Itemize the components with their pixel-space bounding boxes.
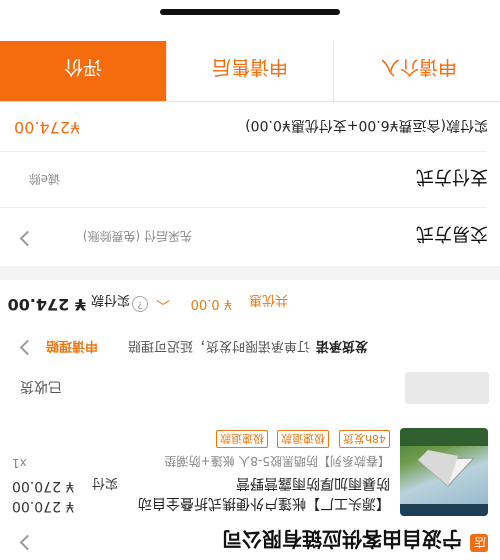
chevron-right-icon xyxy=(19,534,36,551)
product-spec: 【春款系列】防晒黑胶5-8人 帐篷+防潮垫 xyxy=(164,454,390,468)
review-label: 评价 xyxy=(63,56,102,78)
total-paid-label: 实付款 xyxy=(90,292,130,307)
store-badge-label: 店 xyxy=(473,535,486,549)
trade-method-value: 先采后付 (免费赊账) xyxy=(82,229,192,243)
tag-48h: 48h发货 xyxy=(339,430,390,448)
claim-link[interactable]: 申请理赔 xyxy=(46,338,98,357)
guarantee-label: 发货承诺 xyxy=(315,338,368,353)
trade-method-row[interactable]: 交易方式 先采后付 (免费赊账) xyxy=(0,208,500,266)
discount-value: ¥ 0.00 xyxy=(190,296,232,311)
payment-method-label: 支付方式 xyxy=(416,166,488,187)
payment-summary-row: 共优惠 ¥ 0.00 ︿ ? 实付款 ¥ 274.00 xyxy=(0,280,500,326)
tag-fast-refund-2: 极速退款 xyxy=(216,430,268,448)
guarantee-text: 订单承诺限时发货，延迟可理赔 xyxy=(127,338,310,353)
received-button[interactable] xyxy=(405,372,489,404)
paid-detail-label: 实付款(含运费¥6.00+支付优惠¥0.00) xyxy=(245,117,488,133)
paid-detail-value: ¥274.00 xyxy=(14,118,81,137)
product-subtitle[interactable]: 防暴雨加厚防雨露营野营 xyxy=(236,474,390,494)
delivery-guarantee-row[interactable]: 发货承诺 订单承诺限时发货，延迟可理赔 申请理赔 xyxy=(0,326,500,370)
tent-illustration-icon xyxy=(400,428,488,516)
tag-fast-refund: 极速退款 xyxy=(277,430,329,448)
total-paid-value: ¥ 274.00 xyxy=(7,295,86,314)
apply-intervention-label: 申请介入 xyxy=(380,56,457,78)
order-detail-page: 店 宁波自由客供应链有限公司 【源头工厂】帐篷户外便携式折叠全自动 防暴雨加厚防… xyxy=(0,0,500,560)
product-price: ¥ 270.00 xyxy=(12,498,75,514)
product-card[interactable]: 【源头工厂】帐篷户外便携式折叠全自动 防暴雨加厚防雨露营野营 ¥ 270.00 … xyxy=(0,414,500,524)
paid-detail-row: 实付款(含运费¥6.00+支付优惠¥0.00) ¥274.00 xyxy=(0,102,500,152)
payment-method-row: 支付方式 诚e赊 xyxy=(0,152,500,208)
product-qty: x1 xyxy=(12,456,27,470)
store-name[interactable]: 宁波自由客供应链有限公司 xyxy=(222,526,462,555)
discount-label: 共优惠 xyxy=(248,292,288,307)
product-title[interactable]: 【源头工厂】帐篷户外便携式折叠全自动 xyxy=(138,494,390,514)
home-indicator xyxy=(160,9,340,15)
info-icon[interactable]: ? xyxy=(132,296,148,312)
trade-method-label: 交易方式 xyxy=(416,223,488,244)
payment-method-value: 诚e赊 xyxy=(28,172,60,186)
apply-after-sale-label: 申请售后 xyxy=(211,56,288,78)
received-button-label: 已收货 xyxy=(20,378,62,394)
section-gap xyxy=(0,266,500,280)
product-paid-label: 实付 xyxy=(92,475,119,490)
product-thumbnail[interactable] xyxy=(400,428,488,516)
chevron-right-icon xyxy=(19,339,36,356)
received-row: 已收货 xyxy=(0,370,500,414)
product-paid-amount: ¥ 270.00 xyxy=(12,478,75,494)
discount-chevron[interactable]: ︿ xyxy=(156,296,170,316)
action-bar: 申请介入 申请售后 评价 xyxy=(0,41,500,102)
store-row[interactable]: 店 宁波自由客供应链有限公司 xyxy=(0,524,500,560)
chevron-right-icon xyxy=(19,230,36,247)
